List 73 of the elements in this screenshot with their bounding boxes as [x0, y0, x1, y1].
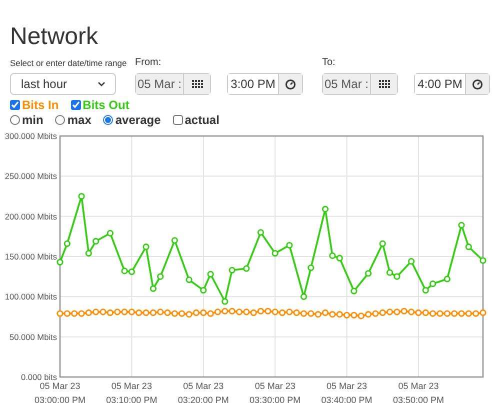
- data-point: [408, 258, 415, 265]
- data-point: [56, 258, 64, 266]
- time-field[interactable]: 3:00 PM: [228, 74, 279, 94]
- x-tick-label: 05 Mar 23 03:10:00 PM: [106, 381, 158, 403]
- mode-label: average: [115, 113, 161, 127]
- y-tick-label: 150.000 Mbits: [4, 252, 57, 262]
- y-tick-label: 300.000 Mbits: [4, 131, 57, 141]
- data-point: [157, 273, 164, 280]
- calendar-icon: [378, 80, 390, 88]
- date-field[interactable]: 05 Mar :: [136, 74, 184, 94]
- data-point: [171, 237, 178, 244]
- calendar-icon: [192, 80, 202, 88]
- y-tick-label: 250.000 Mbits: [4, 171, 57, 182]
- range-label: Select or enter date/time range: [10, 57, 127, 69]
- data-point: [257, 229, 264, 236]
- data-point: [300, 293, 308, 300]
- data-point: [458, 222, 465, 228]
- x-tick-label: 05 Mar 23 03:40:00 PM: [321, 381, 372, 403]
- mode-checkbox[interactable]: [172, 115, 183, 125]
- data-point: [444, 276, 450, 282]
- data-point: [465, 244, 472, 250]
- series-label: Bits In: [22, 98, 59, 112]
- data-point: [186, 276, 192, 284]
- data-point: [207, 270, 214, 278]
- mode-label: min: [22, 113, 44, 127]
- calendar-button[interactable]: [371, 74, 397, 94]
- data-point: [142, 244, 150, 250]
- clock-button[interactable]: [279, 74, 302, 94]
- series-label: Bits Out: [82, 98, 130, 112]
- data-point: [322, 206, 329, 212]
- data-point: [92, 238, 100, 245]
- y-tick-label: 50.000 Mbits: [9, 332, 57, 342]
- range-select[interactable]: last hour: [10, 73, 116, 95]
- data-point: [308, 264, 314, 272]
- data-point: [480, 257, 486, 264]
- to-label: To:: [322, 57, 336, 69]
- clock-icon: [472, 78, 483, 90]
- chevron-down-icon: [98, 82, 105, 86]
- page-title: Network: [10, 24, 100, 50]
- mode-radio[interactable]: [10, 115, 20, 125]
- data-point: [200, 286, 207, 294]
- calendar-button[interactable]: [184, 74, 210, 94]
- clock-button[interactable]: [466, 74, 489, 94]
- data-point: [78, 192, 85, 200]
- data-point: [228, 266, 236, 274]
- y-tick-label: 200.000 Mbits: [4, 211, 57, 222]
- date-field[interactable]: 05 Mar :: [323, 74, 371, 94]
- data-point: [350, 288, 358, 294]
- mode-label: actual: [184, 113, 220, 127]
- series-checkbox[interactable]: [70, 100, 81, 110]
- data-point: [243, 265, 250, 272]
- data-point: [85, 250, 92, 257]
- mode-radio[interactable]: [55, 115, 66, 125]
- data-point: [64, 240, 70, 247]
- x-tick-label: 05 Mar 23 03:50:00 PM: [392, 381, 444, 403]
- x-tick-label: 05 Mar 23 03:30:00 PM: [250, 381, 301, 403]
- y-tick-label: 0.000 bits: [21, 372, 57, 382]
- data-point: [379, 240, 386, 247]
- mode-label: max: [67, 113, 92, 127]
- data-point: [106, 230, 114, 236]
- x-tick-label: 05 Mar 23 03:20:00 PM: [178, 381, 229, 403]
- data-point: [272, 250, 278, 257]
- y-tick-label: 100.000 Mbits: [4, 292, 57, 302]
- data-point: [365, 270, 372, 277]
- mode-radio[interactable]: [103, 115, 114, 125]
- data-point: [222, 298, 228, 305]
- data-point: [286, 242, 293, 249]
- data-point: [150, 285, 156, 292]
- series-checkbox[interactable]: [10, 100, 20, 110]
- x-tick-label: 05 Mar 23 03:00:00 PM: [34, 381, 86, 403]
- clock-icon: [285, 78, 296, 90]
- from-label: From:: [135, 57, 162, 69]
- time-field[interactable]: 4:00 PM: [415, 74, 466, 94]
